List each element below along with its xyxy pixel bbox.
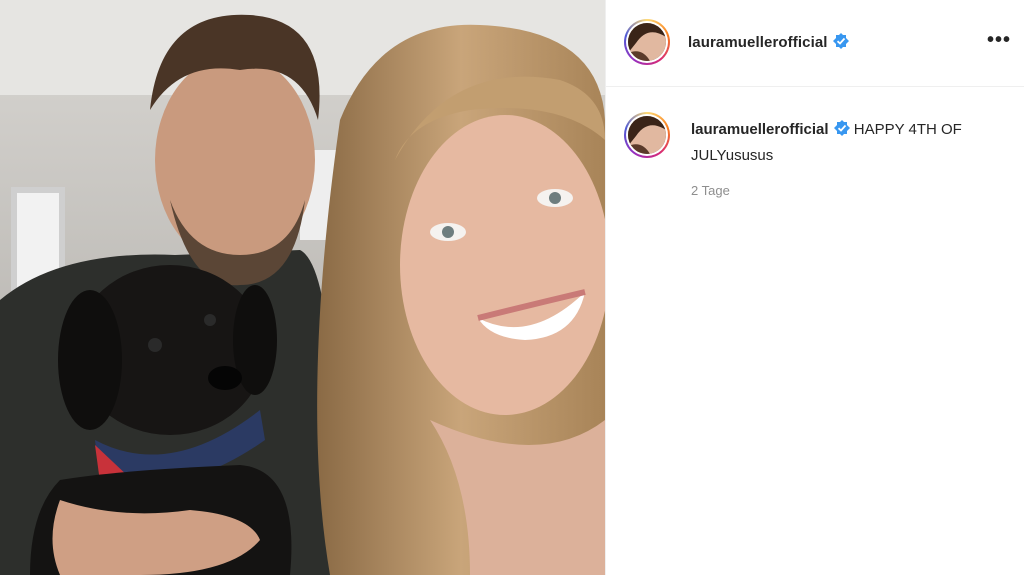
post-caption: lauramuellerofficial HAPPY 4TH OF JULYus… (691, 118, 1001, 168)
comment-avatar[interactable] (624, 112, 670, 158)
post-side-panel: lauramuellerofficial ••• lauramuelleroff… (605, 0, 1024, 575)
verified-badge-icon (833, 120, 850, 144)
post-timestamp[interactable]: 2 Tage (691, 183, 730, 198)
avatar-image (628, 23, 666, 61)
post-header: lauramuellerofficial ••• (606, 0, 1024, 87)
selfie-image (0, 0, 605, 575)
avatar-image (628, 116, 666, 154)
header-username-link[interactable]: lauramuellerofficial (688, 33, 849, 53)
post-photo[interactable] (0, 0, 605, 575)
more-options-icon[interactable]: ••• (984, 30, 1014, 56)
verified-badge-icon (832, 33, 849, 53)
caption-username-link[interactable]: lauramuellerofficial (691, 121, 829, 138)
avatar[interactable] (624, 19, 670, 65)
username-text[interactable]: lauramuellerofficial (688, 34, 828, 51)
